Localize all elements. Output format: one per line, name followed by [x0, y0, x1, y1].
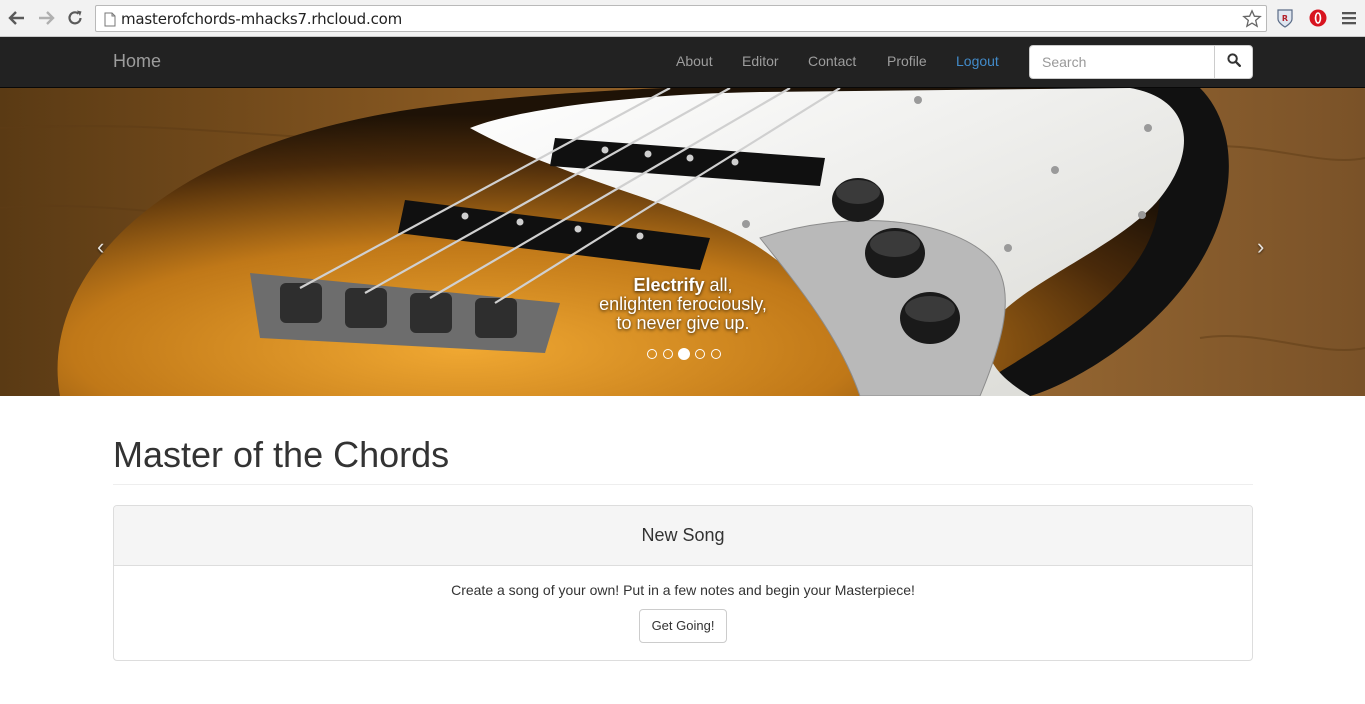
bookmark-star-icon[interactable] [1242, 9, 1262, 34]
navbar-brand-home[interactable]: Home [113, 51, 161, 72]
nav-link-contact[interactable]: Contact [808, 53, 856, 69]
forward-arrow-icon[interactable] [36, 8, 56, 28]
carousel-indicator-4[interactable] [695, 349, 705, 359]
caption-line1: all, [704, 275, 733, 295]
shield-extension-icon[interactable]: R [1276, 8, 1294, 28]
search-form [1029, 45, 1253, 79]
panel-heading: New Song [114, 506, 1252, 566]
carousel-indicators [646, 348, 722, 360]
browser-toolbar: masterofchords-mhacks7.rhcloud.com R [0, 0, 1365, 37]
carousel-indicator-2[interactable] [663, 349, 673, 359]
search-icon [1226, 52, 1241, 72]
carousel-caption: Electrify all, enlighten ferociously, to… [533, 276, 833, 333]
nav-link-about[interactable]: About [676, 53, 713, 69]
nav-link-editor[interactable]: Editor [742, 53, 779, 69]
new-song-panel: New Song Create a song of your own! Put … [113, 505, 1253, 661]
carousel-indicator-3[interactable] [678, 348, 690, 360]
hero-carousel: ‹ › Electrify all, enlighten ferociously… [0, 88, 1365, 396]
page-title: Master of the Chords [113, 434, 450, 475]
reload-icon[interactable] [65, 8, 85, 28]
url-text: masterofchords-mhacks7.rhcloud.com [121, 10, 403, 28]
carousel-indicator-5[interactable] [711, 349, 721, 359]
get-going-button[interactable]: Get Going! [638, 609, 728, 643]
panel-title: New Song [641, 525, 725, 545]
caption-emphasis: Electrify [633, 275, 705, 295]
back-arrow-icon[interactable] [7, 8, 27, 28]
nav-link-profile[interactable]: Profile [887, 53, 927, 69]
page-icon [104, 12, 116, 32]
menu-icon[interactable] [1340, 8, 1358, 28]
caption-line3: to never give up. [616, 313, 750, 333]
carousel-next-button[interactable]: › [1257, 234, 1264, 260]
address-bar[interactable]: masterofchords-mhacks7.rhcloud.com [95, 5, 1267, 32]
carousel-indicator-1[interactable] [647, 349, 657, 359]
opera-extension-icon[interactable] [1308, 8, 1327, 28]
panel-body: Create a song of your own! Put in a few … [114, 566, 1252, 643]
svg-text:R: R [1282, 14, 1288, 23]
page-header: Master of the Chords [113, 434, 1253, 485]
panel-description: Create a song of your own! Put in a few … [451, 582, 915, 598]
search-button[interactable] [1214, 45, 1253, 79]
nav-link-logout[interactable]: Logout [956, 53, 999, 69]
caption-line2: enlighten ferociously, [599, 294, 767, 314]
search-input[interactable] [1029, 45, 1214, 79]
site-navbar: Home About Editor Contact Profile Logout [0, 37, 1365, 88]
carousel-prev-button[interactable]: ‹ [97, 234, 104, 260]
